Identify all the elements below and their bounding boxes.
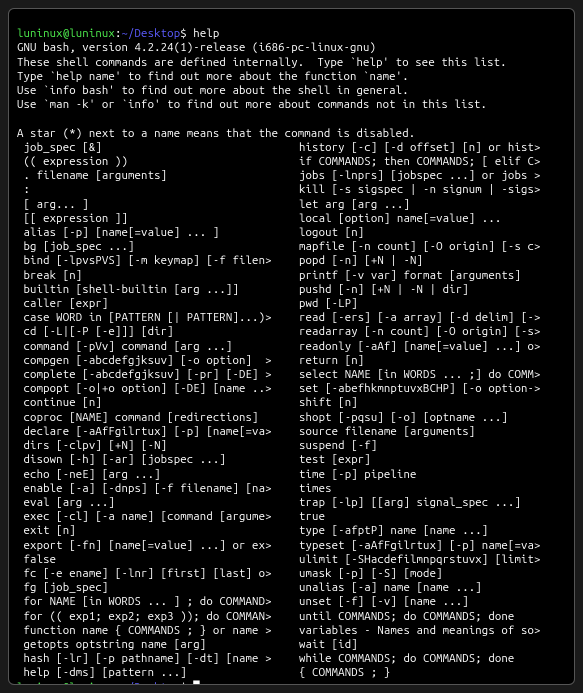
prompt-path: ~/Desktop: [121, 27, 180, 40]
terminal-body[interactable]: luninux@luninux:~/Desktop$ help GNU bash…: [17, 13, 566, 685]
prompt-line: luninux@luninux:~/Desktop$ help: [17, 27, 219, 40]
prompt-user-host: luninux@luninux: [17, 681, 115, 685]
prompt-path: ~/Desktop: [121, 681, 180, 685]
prompt-line-2: luninux@luninux:~/Desktop$ █: [17, 681, 200, 685]
help-intro: GNU bash, version 4.2.24(1)-release (i68…: [17, 41, 566, 140]
prompt-user-host: luninux@luninux: [17, 27, 115, 40]
help-column-left: job_spec [&] (( expression )) . filename…: [17, 141, 299, 681]
typed-command: help: [193, 27, 219, 40]
terminal-window[interactable]: luninux@luninux:~/Desktop$ help GNU bash…: [8, 8, 575, 685]
prompt-dollar: $: [180, 27, 187, 40]
cursor[interactable]: █: [193, 681, 200, 685]
help-columns: job_spec [&] (( expression )) . filename…: [17, 141, 566, 681]
prompt-dollar: $: [180, 681, 187, 685]
help-column-right: history [-c] [-d offset] [n] or hist> if…: [299, 141, 566, 681]
